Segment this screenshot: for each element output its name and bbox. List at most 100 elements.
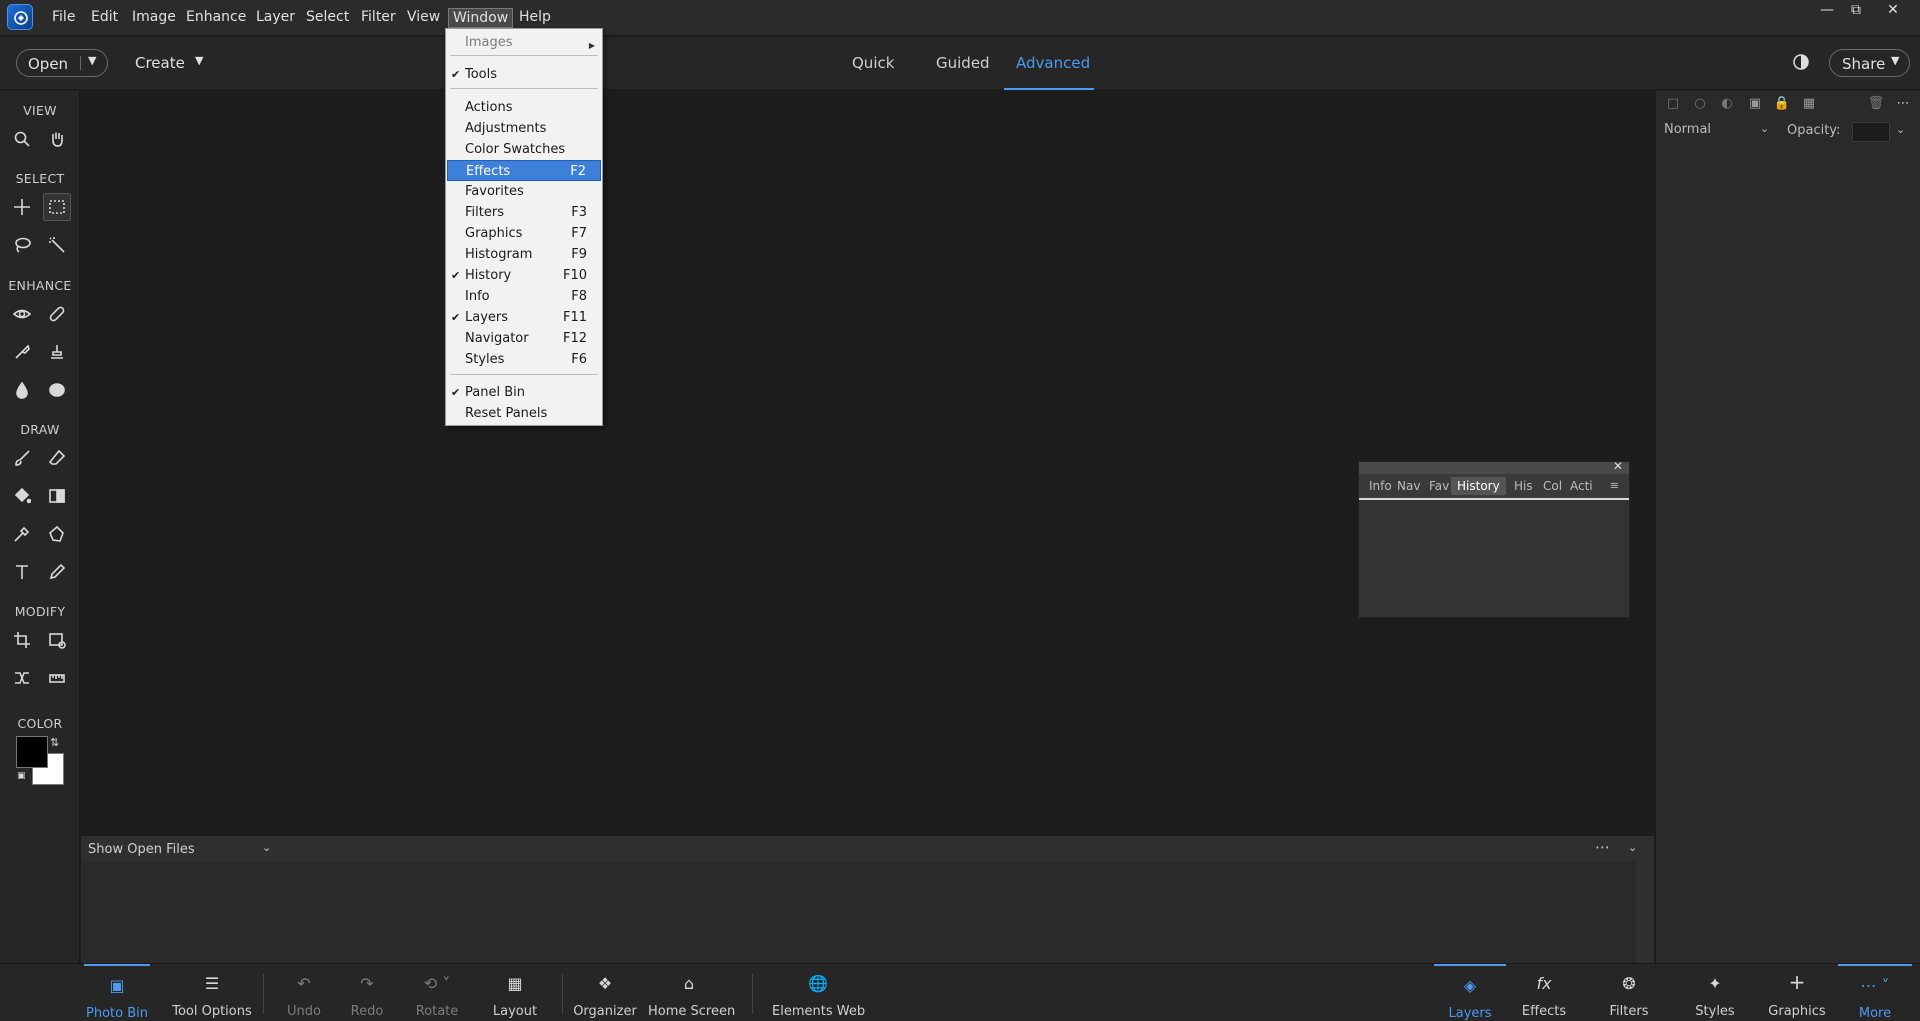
close-icon[interactable]: ✕ <box>1882 2 1904 18</box>
menu-item-adjustments[interactable]: Adjustments <box>447 118 601 139</box>
menu-item-effects[interactable]: Effects F2 <box>447 160 601 181</box>
tab-navigator[interactable]: Nav <box>1397 479 1420 493</box>
paint-bucket-tool-icon[interactable] <box>8 482 36 510</box>
straighten-tool-icon[interactable] <box>43 664 71 692</box>
menu-item-styles[interactable]: Styles F6 <box>447 349 601 370</box>
menu-item-histogram[interactable]: Histogram F9 <box>447 244 601 265</box>
new-layer-icon[interactable]: □ <box>1664 96 1682 114</box>
menu-item-history[interactable]: ✔ History F10 <box>447 265 601 286</box>
chevron-down-icon[interactable]: ⌄ <box>262 841 271 854</box>
custom-shape-tool-icon[interactable] <box>43 520 71 548</box>
organizer-button[interactable]: ❖ Organizer <box>572 964 638 1021</box>
restore-icon[interactable]: ⧉ <box>1845 2 1867 18</box>
smart-brush-tool-icon[interactable] <box>8 338 36 366</box>
tab-actions[interactable]: Acti <box>1570 479 1593 493</box>
default-colors-icon[interactable]: ▣ <box>17 771 26 781</box>
menu-help[interactable]: Help <box>519 9 551 25</box>
panel-menu-icon[interactable]: ≡ <box>1610 479 1619 492</box>
menu-enhance[interactable]: Enhance <box>186 9 246 25</box>
tab-histogram[interactable]: His <box>1514 479 1533 493</box>
minimize-icon[interactable]: — <box>1816 2 1838 18</box>
create-button[interactable]: Create <box>135 54 185 72</box>
trash-icon[interactable]: 🗑 <box>1867 96 1885 114</box>
graphics-button[interactable]: + Graphics <box>1764 964 1830 1021</box>
marquee-tool-icon[interactable] <box>43 193 71 221</box>
menu-item-layers[interactable]: ✔ Layers F11 <box>447 307 601 328</box>
more-options-icon[interactable]: ⋯ <box>1894 96 1912 114</box>
menu-window[interactable]: Window <box>448 8 514 28</box>
menu-item-panel-bin[interactable]: ✔ Panel Bin <box>447 382 601 403</box>
magic-wand-tool-icon[interactable] <box>43 231 71 259</box>
chevron-down-icon[interactable]: ⌄ <box>1760 122 1769 135</box>
elements-web-button[interactable]: 🌐 Elements Web <box>772 964 865 1021</box>
type-tool-icon[interactable] <box>8 558 36 586</box>
swap-colors-icon[interactable]: ⇅ <box>50 736 59 749</box>
hand-tool-icon[interactable] <box>43 125 71 153</box>
lock-transparent-icon[interactable]: ▦ <box>1800 96 1818 114</box>
eyedropper-tool-icon[interactable] <box>8 520 36 548</box>
floating-panel-titlebar[interactable]: ✕ <box>1359 459 1629 474</box>
open-button[interactable]: Open ▼ <box>16 49 108 77</box>
layout-button[interactable]: ▦ Layout <box>490 964 540 1021</box>
zoom-tool-icon[interactable] <box>8 125 36 153</box>
more-button[interactable]: ⋯ ˅ More <box>1838 964 1912 1021</box>
lock-icon[interactable]: 🔒 <box>1773 96 1791 114</box>
blend-mode-select[interactable]: Normal <box>1664 122 1772 144</box>
menu-view[interactable]: View <box>407 9 440 25</box>
tab-color-swatches[interactable]: Col <box>1543 479 1562 493</box>
rotate-button[interactable]: ⟲ ˅ Rotate <box>412 964 462 1021</box>
gradient-tool-icon[interactable] <box>43 482 71 510</box>
content-aware-move-tool-icon[interactable] <box>8 664 36 692</box>
styles-button[interactable]: ✦ Styles <box>1690 964 1740 1021</box>
tab-favorites[interactable]: Fav <box>1429 479 1449 493</box>
new-group-icon[interactable]: ○ <box>1691 96 1709 114</box>
photo-bin-scrollbar[interactable] <box>1636 861 1654 963</box>
undo-button[interactable]: ↶ Undo <box>282 964 326 1021</box>
spot-healing-tool-icon[interactable] <box>43 300 71 328</box>
menu-item-reset-panels[interactable]: Reset Panels <box>447 403 601 424</box>
share-button[interactable]: Share ▼ <box>1829 49 1910 77</box>
caret-down-icon[interactable]: ▼ <box>195 54 203 67</box>
layer-mask-icon[interactable]: ▣ <box>1746 96 1764 114</box>
menu-file[interactable]: File <box>52 9 75 25</box>
move-tool-icon[interactable] <box>8 193 36 221</box>
eraser-tool-icon[interactable] <box>43 444 71 472</box>
menu-filter[interactable]: Filter <box>361 9 396 25</box>
adjustment-layer-icon[interactable]: ◐ <box>1718 96 1736 114</box>
more-options-icon[interactable]: ⋯ <box>1595 838 1611 856</box>
opacity-input[interactable] <box>1852 122 1890 142</box>
lasso-tool-icon[interactable] <box>8 231 36 259</box>
menu-item-images[interactable]: Images ▶ <box>447 32 601 53</box>
tab-advanced[interactable]: Advanced <box>1016 54 1090 72</box>
tab-quick[interactable]: Quick <box>852 54 894 72</box>
close-icon[interactable]: ✕ <box>1613 459 1623 473</box>
filters-button[interactable]: ❂ Filters <box>1603 964 1655 1021</box>
app-logo-icon[interactable] <box>7 4 33 30</box>
chevron-down-icon[interactable]: ⌄ <box>1628 841 1637 854</box>
clone-stamp-tool-icon[interactable] <box>43 338 71 366</box>
blur-tool-icon[interactable] <box>8 376 36 404</box>
menu-select[interactable]: Select <box>306 9 349 25</box>
tab-guided[interactable]: Guided <box>936 54 990 72</box>
tab-info[interactable]: Info <box>1369 479 1392 493</box>
recompose-tool-icon[interactable] <box>43 626 71 654</box>
redo-button[interactable]: ↷ Redo <box>345 964 389 1021</box>
red-eye-tool-icon[interactable] <box>8 300 36 328</box>
menu-image[interactable]: Image <box>132 9 176 25</box>
brush-tool-icon[interactable] <box>8 444 36 472</box>
menu-edit[interactable]: Edit <box>91 9 118 25</box>
caret-down-icon[interactable]: ▼ <box>88 54 96 67</box>
foreground-color-swatch[interactable] <box>16 736 48 768</box>
chevron-down-icon[interactable]: ⌄ <box>1896 123 1905 136</box>
theme-contrast-icon[interactable] <box>1792 53 1810 75</box>
photo-bin-button[interactable]: ▣ Photo Bin <box>84 964 150 1021</box>
layers-button[interactable]: ◈ Layers <box>1434 964 1506 1021</box>
menu-item-tools[interactable]: ✔ Tools <box>447 64 601 85</box>
effects-button[interactable]: fx Effects <box>1518 964 1570 1021</box>
menu-item-graphics[interactable]: Graphics F7 <box>447 223 601 244</box>
tool-options-button[interactable]: ☰ Tool Options <box>170 964 254 1021</box>
menu-item-favorites[interactable]: Favorites <box>447 181 601 202</box>
menu-item-navigator[interactable]: Navigator F12 <box>447 328 601 349</box>
sponge-tool-icon[interactable] <box>43 376 71 404</box>
crop-tool-icon[interactable] <box>8 626 36 654</box>
